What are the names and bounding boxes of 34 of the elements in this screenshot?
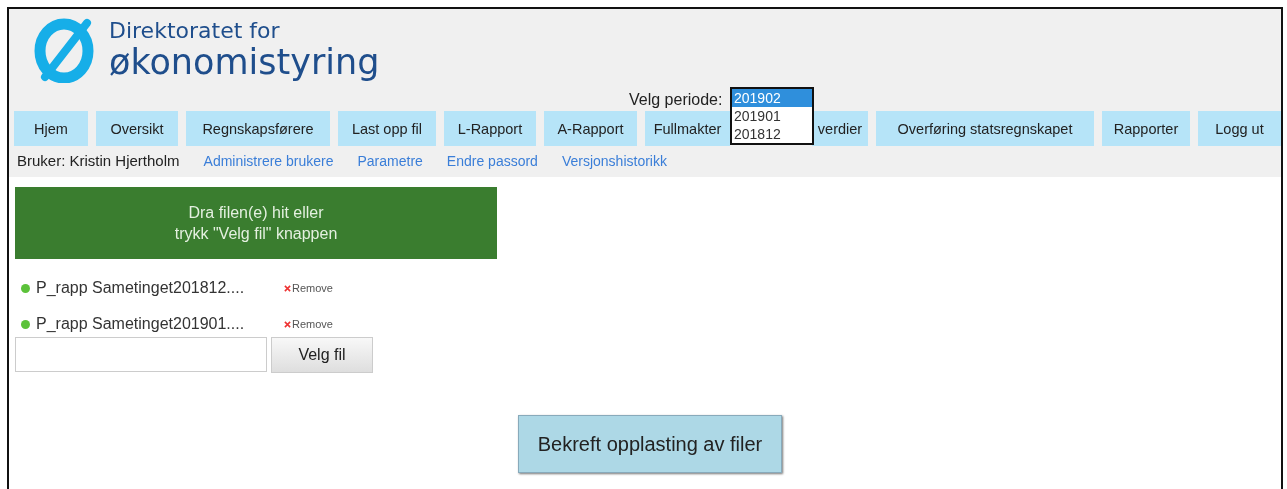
status-dot [21,283,30,293]
nav-tab[interactable]: A-Rapport [544,111,637,146]
choose-file-button[interactable]: Velg fil [271,337,373,373]
nav-tab[interactable]: Last opp fil [338,111,436,146]
drop-zone[interactable]: Dra filen(e) hit eller trykk "Velg fil" knappen [15,187,497,259]
nav-tab[interactable]: Rapporter [1102,111,1190,146]
nav-tab[interactable]: verdier [812,111,868,146]
nav-link[interactable]: Parametre [357,152,423,169]
drop-zone-text: trykk "Velg fil" knappen [174,224,338,244]
confirm-upload-button[interactable]: Bekreft opplasting av filer [518,415,782,473]
nav-link[interactable]: Endre passord [446,152,538,169]
nav-tab[interactable]: Regnskapsførere [186,111,330,146]
file-name: P_rapp Sametinget201901.... [36,315,246,333]
user-label: Bruker: Kristin Hjertholm [17,152,180,169]
nav-tab[interactable]: Oversikt [96,111,178,146]
nav-tab[interactable]: L-Rapport [444,111,536,146]
nav-tab[interactable]: Overføring statsregnskapet [876,111,1094,146]
nav-link[interactable]: Versjonshistorikk [561,152,667,169]
logo-text: økonomistyring [109,43,380,81]
close-icon [284,284,291,292]
period-dropdown-menu[interactable]: 201902 201901 201812 [730,87,814,145]
logo-text: Direktoratet for [109,19,281,43]
remove-link[interactable]: Remove [284,282,333,294]
status-dot [21,319,30,329]
file-name: P_rapp Sametinget201812.... [36,279,246,297]
nav-link[interactable]: Administrere brukere [203,152,334,169]
nav-tab[interactable]: Hjem [14,111,88,146]
file-input-field[interactable] [15,337,267,372]
close-icon [284,320,291,328]
nav-tab[interactable]: Fullmakter [645,111,730,146]
nav-tab[interactable]: Logg ut [1198,111,1281,146]
remove-link[interactable]: Remove [284,318,333,330]
drop-zone-text: Dra filen(e) hit eller [188,203,324,223]
period-label: Velg periode: [629,91,723,109]
